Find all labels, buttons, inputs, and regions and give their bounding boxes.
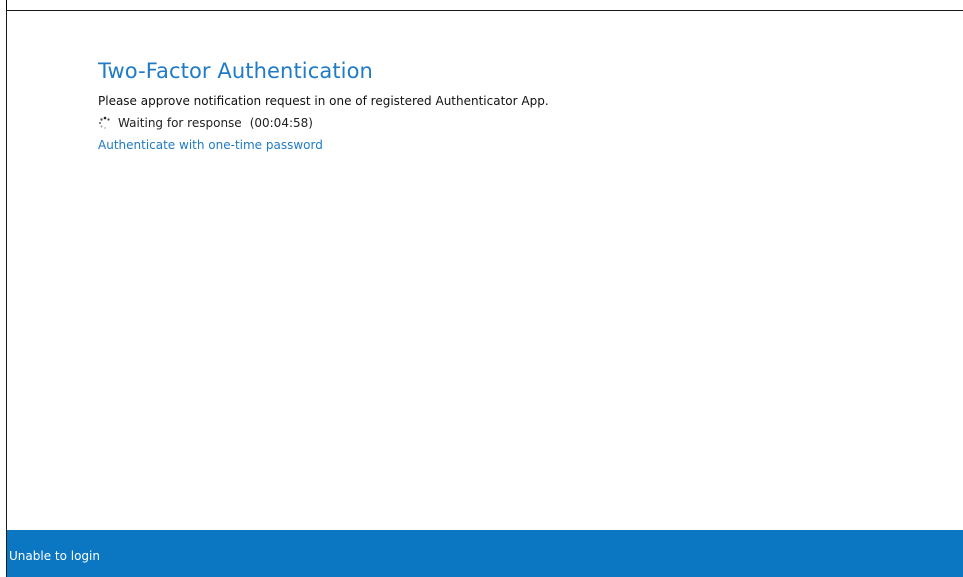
countdown-timer: (00:04:58) bbox=[249, 116, 313, 130]
page-title: Two-Factor Authentication bbox=[98, 59, 373, 83]
window-edge-marker bbox=[6, 0, 7, 10]
waiting-status: Waiting for response (00:04:58) bbox=[98, 115, 943, 131]
dialog-content: Two-Factor Authentication Please approve… bbox=[98, 57, 943, 153]
two-factor-dialog: Two-Factor Authentication Please approve… bbox=[6, 10, 963, 577]
authenticate-otp-link[interactable]: Authenticate with one-time password bbox=[98, 137, 323, 153]
instruction-text: Please approve notification request in o… bbox=[98, 94, 549, 108]
footer-bar: Unable to login bbox=[7, 530, 963, 577]
spinner-icon bbox=[98, 116, 112, 130]
status-text: Waiting for response bbox=[118, 116, 242, 130]
unable-to-login-link[interactable]: Unable to login bbox=[9, 549, 100, 563]
